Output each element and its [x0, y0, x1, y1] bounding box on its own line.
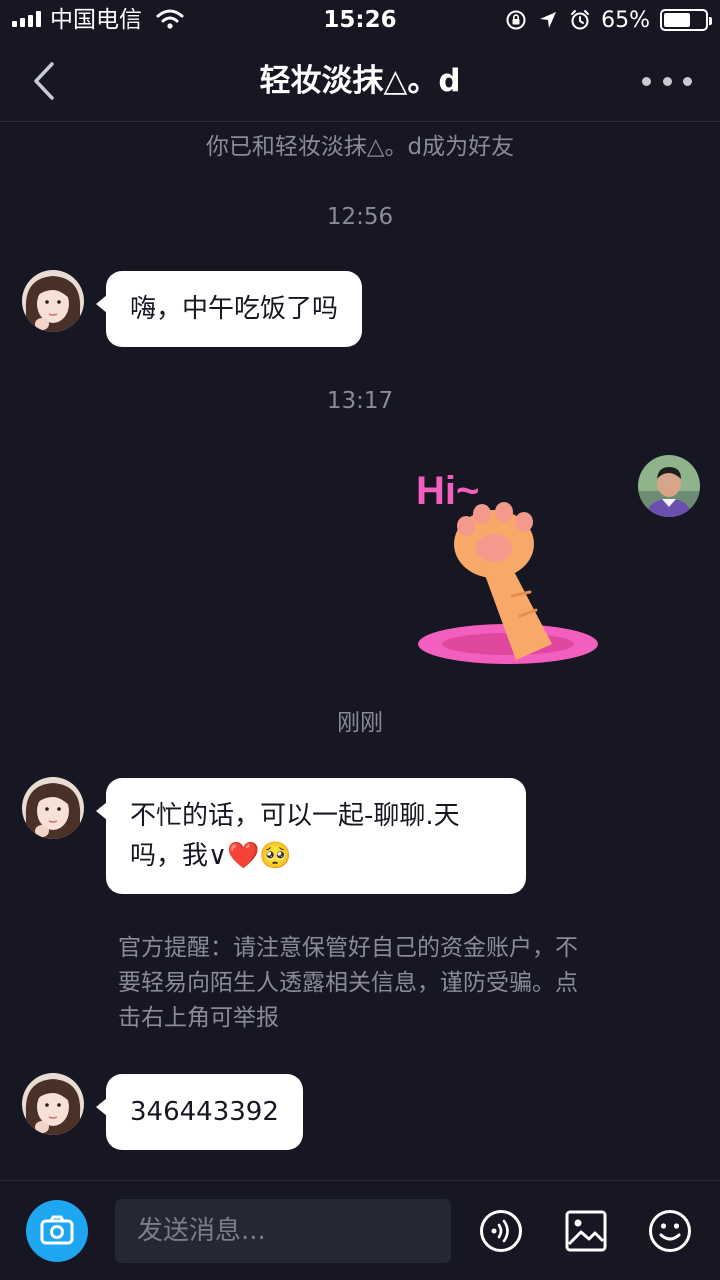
message-bubble[interactable]: 不忙的话，可以一起-聊聊.天 吗，我∨❤️🥺 — [96, 778, 526, 894]
message-bubble[interactable]: 嗨，中午吃饭了吗 — [95, 271, 363, 347]
alarm-icon — [571, 10, 590, 30]
friend-avatar[interactable] — [22, 1073, 84, 1135]
more-dot — [683, 76, 692, 86]
timestamp: 刚刚 — [337, 710, 383, 736]
battery-icon — [660, 9, 712, 31]
friend-avatar[interactable] — [22, 270, 84, 332]
chat-header: 轻妆淡抹△。d — [0, 40, 720, 122]
message-line: 不忙的话，可以一起-聊聊.天 — [130, 801, 460, 831]
message-line: 吗，我∨❤️🥺 — [130, 836, 502, 876]
heart-emoji-icon: ❤️ — [227, 841, 260, 871]
rotation-lock-icon — [506, 10, 526, 30]
chat-title: 轻妆淡抹△。d — [259, 63, 461, 99]
camera-icon — [40, 1215, 74, 1245]
more-options-button[interactable] — [642, 64, 692, 98]
pleading-face-emoji-icon: 🥺 — [259, 841, 292, 871]
message-bubble[interactable]: 346443392 — [96, 1074, 303, 1150]
input-bar — [0, 1180, 720, 1280]
image-button[interactable] — [563, 1208, 609, 1254]
location-icon — [540, 12, 557, 28]
emoji-button[interactable] — [647, 1208, 693, 1254]
official-safety-notice[interactable]: 官方提醒：请注意保管好自己的资金账户，不要轻易向陌生人透露相关信息，谨防受骗。点… — [118, 931, 598, 1036]
more-dot — [662, 76, 672, 86]
timestamp: 12:56 — [326, 204, 394, 230]
message-text: 吗，我∨ — [130, 841, 228, 871]
timestamp: 13:17 — [326, 388, 394, 414]
hi-paw-sticker[interactable]: Hi~ — [412, 460, 608, 670]
battery-level — [664, 13, 690, 27]
more-dots-icon — [642, 76, 651, 86]
status-bar: 中国电信 15:26 65% — [0, 0, 720, 40]
friend-added-notice: 你已和轻妆淡抹△。d成为好友 — [205, 134, 515, 160]
friend-avatar[interactable] — [22, 777, 84, 839]
message-input[interactable] — [115, 1199, 451, 1263]
my-avatar[interactable] — [638, 455, 700, 517]
battery-percent: 65% — [601, 7, 650, 33]
sticker-text: Hi~ — [416, 469, 479, 513]
voice-button[interactable] — [478, 1208, 524, 1254]
camera-button[interactable] — [26, 1200, 88, 1262]
